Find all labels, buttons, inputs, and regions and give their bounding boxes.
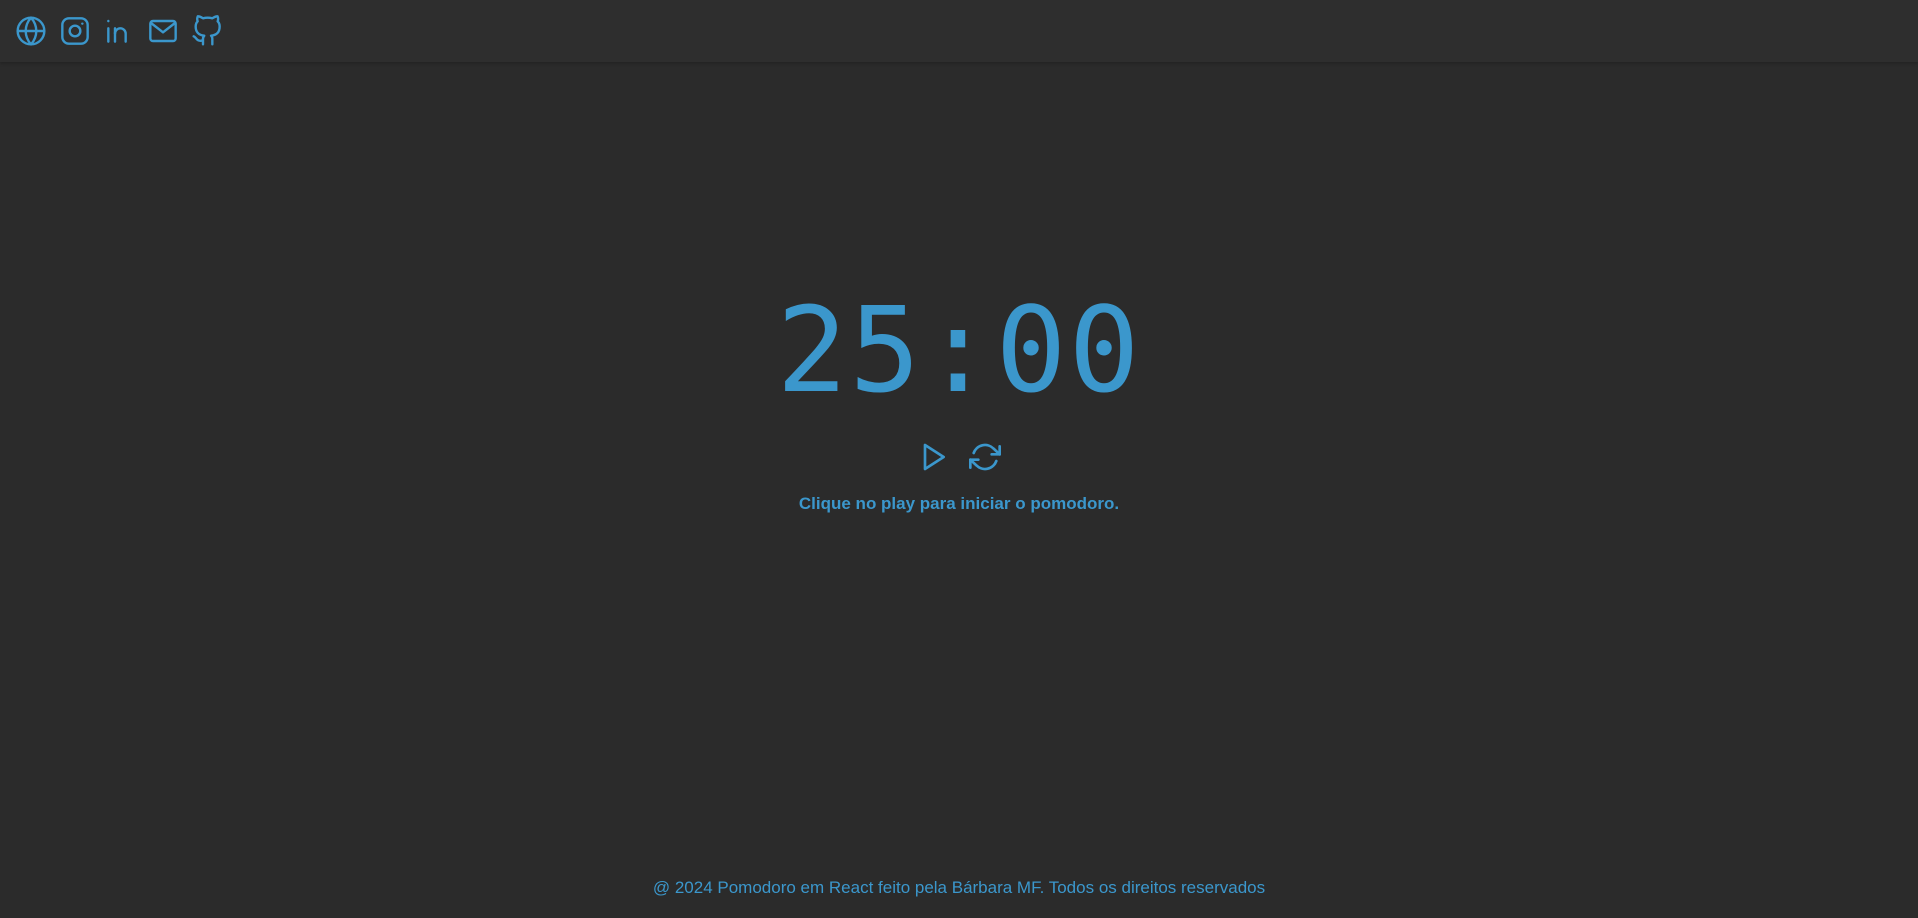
- instagram-icon: [61, 17, 89, 45]
- play-button[interactable]: [916, 440, 950, 474]
- email-link[interactable]: [146, 14, 180, 48]
- instruction-text: Clique no play para iniciar o pomodoro.: [798, 494, 1120, 513]
- instagram-link[interactable]: [58, 14, 92, 48]
- play-icon: [923, 443, 945, 471]
- refresh-icon: [969, 443, 1001, 471]
- globe-icon: [16, 16, 46, 46]
- timer-display: 25:00: [776, 281, 1142, 419]
- timer-controls: [0, 440, 1918, 474]
- footer-text: @ 2024 Pomodoro em React feito pela Bárb…: [652, 878, 1266, 897]
- website-link[interactable]: [14, 14, 48, 48]
- linkedin-link[interactable]: [102, 14, 136, 48]
- github-icon: [192, 15, 221, 46]
- linkedin-icon: [107, 19, 127, 43]
- top-bar: [0, 0, 1918, 62]
- mail-icon: [149, 19, 177, 43]
- github-link[interactable]: [190, 14, 224, 48]
- reset-button[interactable]: [968, 440, 1002, 474]
